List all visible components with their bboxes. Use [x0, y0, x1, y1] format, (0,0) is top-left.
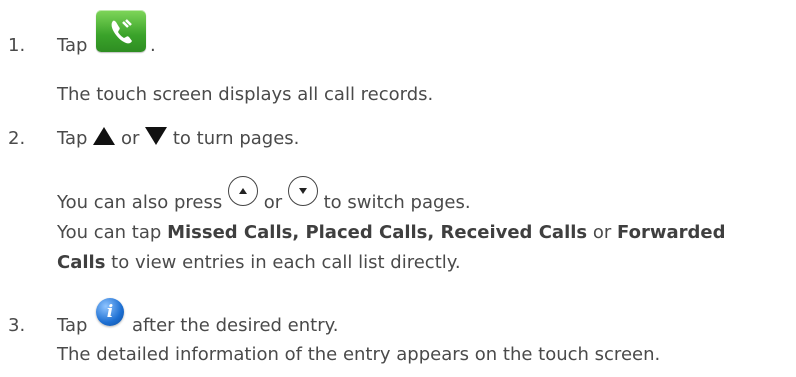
step-2-lists-intro: You can tap	[57, 222, 162, 243]
step-2-press-intro: You can also press	[57, 192, 223, 213]
up-navigation-key-icon	[227, 176, 258, 206]
step-1-result: The touch screen displays all call recor…	[57, 84, 434, 105]
step-3-after-text: after the desired entry.	[132, 315, 339, 336]
step-2-lists-line-1: You can tap Missed Calls, Placed Calls, …	[57, 221, 725, 245]
step-2-lists-line-2: Calls to view entries in each call list …	[57, 251, 461, 275]
down-navigation-key-icon	[287, 176, 318, 206]
step-3-number: 3.	[8, 315, 26, 336]
step-2-or-text: or	[120, 128, 140, 149]
step-1-number: 1.	[8, 35, 26, 56]
step-2-press-line: You can also press or to switch pages.	[57, 176, 471, 215]
step-2-tap-text: Tap	[57, 128, 88, 149]
up-triangle-icon	[93, 127, 116, 145]
step-3-tap-text: Tap	[57, 315, 88, 336]
step-2-press-suffix: to switch pages.	[323, 192, 471, 213]
info-icon: i	[96, 298, 124, 326]
step-2-lists-or: or	[592, 222, 612, 243]
call-lists-names: Missed Calls, Placed Calls, Received Cal…	[167, 222, 588, 243]
step-2-lists-suffix: to view entries in each call list direct…	[111, 252, 461, 273]
step-2-line: Tap or to turn pages.	[57, 127, 299, 151]
forwarded-label: Forwarded	[617, 222, 726, 243]
calls-label: Calls	[57, 252, 106, 273]
call-history-phone-icon	[96, 10, 146, 52]
step-3-result: The detailed information of the entry ap…	[57, 344, 661, 365]
step-1-tap-text: Tap	[57, 35, 88, 56]
step-2-turn-pages-text: to turn pages.	[172, 128, 300, 149]
step-2-press-or: or	[263, 192, 283, 213]
down-triangle-icon	[145, 127, 168, 145]
step-2-number: 2.	[8, 128, 26, 149]
step-1-period: .	[150, 35, 156, 56]
